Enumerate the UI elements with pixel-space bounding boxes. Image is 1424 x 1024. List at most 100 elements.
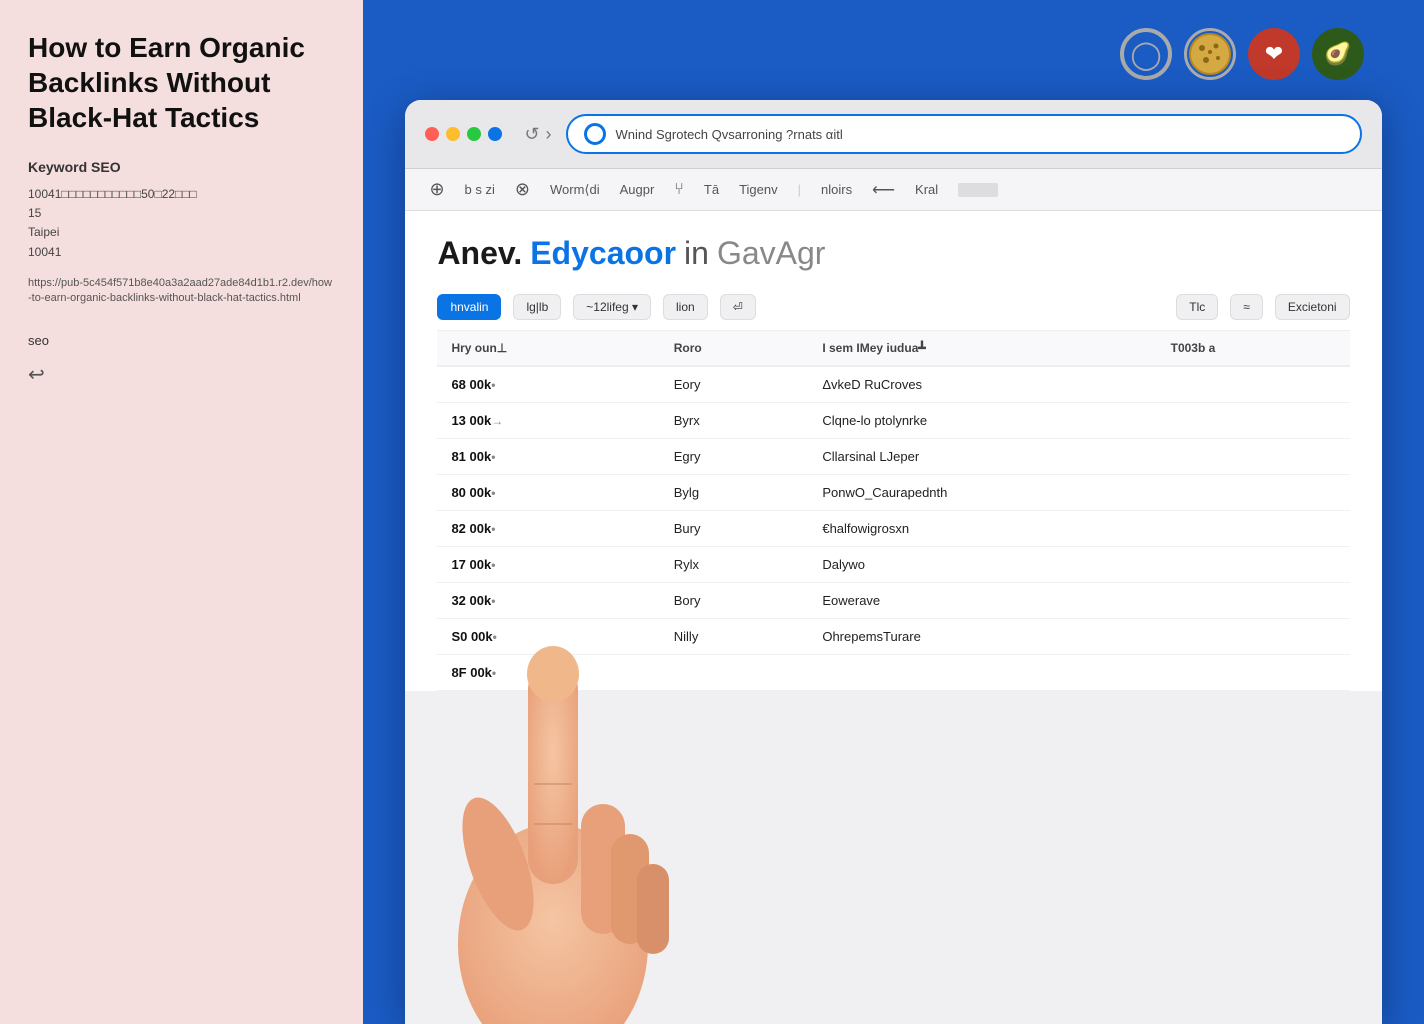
cell-desc-5: Dalywo <box>808 547 1349 583</box>
sidebar-title: How to Earn Organic Backlinks Without Bl… <box>28 30 335 135</box>
toolbar-btn-enter[interactable]: ⏎ <box>720 294 756 320</box>
table-row: 17 00k• Rylx Dalywo <box>437 547 1349 583</box>
meta-line2: 15 <box>28 206 41 220</box>
extra-button[interactable] <box>488 127 502 141</box>
tab-divider: | <box>798 182 801 197</box>
table-header-row: Hry oun⊥ Roro I sem IMey iudua┻ T003b a <box>437 331 1349 366</box>
cell-type-5: Rylx <box>660 547 809 583</box>
forward-nav-icon[interactable]: › <box>546 124 552 145</box>
table-row: 82 00k• Bury €halfowigrosxn <box>437 511 1349 547</box>
avocado-icon: 🥑 <box>1312 28 1364 80</box>
toolbar-btn-lglb[interactable]: lg|lb <box>513 294 561 320</box>
toolbar-btn-tlc[interactable]: Tlc <box>1176 294 1218 320</box>
tab-worndi[interactable]: Worm⟨di <box>550 182 600 198</box>
tab-icon2[interactable]: ⊗ <box>515 179 530 200</box>
cell-desc-1: Clqne-lo ptolynrke <box>808 403 1349 439</box>
toolbar-btn-excietoni[interactable]: Excietoni <box>1275 294 1350 320</box>
cell-vol-2: 81 00k• <box>437 439 659 475</box>
col-header-2: Roro <box>660 331 809 366</box>
meta-line3: Taipei <box>28 225 59 239</box>
cookie-icon <box>1184 28 1236 80</box>
cell-vol-3: 80 00k• <box>437 475 659 511</box>
cell-type-4: Bury <box>660 511 809 547</box>
address-text: Wnind Sgrotech Qvsarroning ?rnats αitl <box>616 127 1344 142</box>
data-section: hnvalin lg|lb ~12lifeg ▾ lion ⏎ Tlc ≈ Ex… <box>405 284 1381 691</box>
cell-vol-8: 8F 00k• <box>437 655 659 691</box>
data-toolbar: hnvalin lg|lb ~12lifeg ▾ lion ⏎ Tlc ≈ Ex… <box>437 284 1349 331</box>
table-row: 8F 00k• <box>437 655 1349 691</box>
browser-window: ↺ › Wnind Sgrotech Qvsarroning ?rnats αi… <box>405 100 1381 1024</box>
cell-vol-6: 32 00k• <box>437 583 659 619</box>
tab-nloirs[interactable]: nloirs <box>821 182 852 197</box>
keyword-label: Keyword SEO <box>28 159 335 175</box>
sidebar: How to Earn Organic Backlinks Without Bl… <box>0 0 363 1024</box>
sidebar-meta: 10041□□□□□□□□□□□50□22□□□ 15 Taipei 10041 <box>28 185 335 262</box>
cell-vol-1: 13 00k→ <box>437 403 659 439</box>
cell-type-0: Eory <box>660 366 809 403</box>
toolbar-btn-lion[interactable]: lion <box>663 294 708 320</box>
reload-icon <box>584 123 606 145</box>
cell-desc-6: Eowerave <box>808 583 1349 619</box>
col-header-3: I sem IMey iudua┻ <box>808 331 1156 366</box>
main-area: ◯ ❤ 🥑 ↺ › <box>363 0 1424 1024</box>
cell-desc-7: OhrepemsTurare <box>808 619 1349 655</box>
data-table: Hry oun⊥ Roro I sem IMey iudua┻ T003b a … <box>437 331 1349 691</box>
toolbar-btn-approx[interactable]: ≈ <box>1230 294 1263 320</box>
cell-type-8 <box>660 655 809 691</box>
sidebar-url: https://pub-5c454f571b8e40a3a2aad27ade84… <box>28 276 335 307</box>
sidebar-tag: seo <box>28 333 335 348</box>
cell-type-7: Nilly <box>660 619 809 655</box>
cell-desc-3: PonwO_Caurapednth <box>808 475 1349 511</box>
page-title-part4: GavAgr <box>717 235 825 272</box>
back-arrow-icon: ↩ <box>28 362 335 387</box>
tab-kral[interactable]: Kral <box>915 182 938 197</box>
table-row: 81 00k• Egry Cllarsinal LJeper <box>437 439 1349 475</box>
cell-vol-0: 68 00k• <box>437 366 659 403</box>
heart-icon: ❤ <box>1248 28 1300 80</box>
cell-desc-4: €halfowigrosxn <box>808 511 1349 547</box>
address-bar[interactable]: Wnind Sgrotech Qvsarroning ?rnats αitl <box>566 114 1362 154</box>
col-header-4: T003b a <box>1157 331 1350 366</box>
cell-type-6: Bory <box>660 583 809 619</box>
tab-kral-icon: ⟵ <box>872 180 895 200</box>
tab-bar: ⊕ b s zi ⊗ Worm⟨di Augpr ⑂ Tā Tigenv | n… <box>405 169 1381 211</box>
close-button[interactable] <box>425 127 439 141</box>
cell-desc-8 <box>808 655 1349 691</box>
minimize-button[interactable] <box>446 127 460 141</box>
cell-type-3: Bylg <box>660 475 809 511</box>
page-title-row: Anev. Edycaoor in GavAgr <box>437 235 1349 272</box>
traffic-lights <box>425 127 502 141</box>
table-row: 68 00k• Eory ΔvkeD RuCroves <box>437 366 1349 403</box>
table-row: 13 00k→ Byrx Clqne-lo ptolynrke <box>437 403 1349 439</box>
top-icons-bar: ◯ ❤ 🥑 <box>363 0 1424 100</box>
tab-tigenv[interactable]: Tigenv <box>739 182 778 197</box>
meta-line4: 10041 <box>28 245 61 259</box>
toolbar-btn-12lifeg[interactable]: ~12lifeg ▾ <box>573 294 651 320</box>
maximize-button[interactable] <box>467 127 481 141</box>
cell-desc-0: ΔvkeD RuCroves <box>808 366 1349 403</box>
table-row: S0 00k• Nilly OhrepemsTurare <box>437 619 1349 655</box>
tab-augpr[interactable]: Augpr <box>620 182 655 197</box>
cell-type-2: Egry <box>660 439 809 475</box>
browser-content: Anev. Edycaoor in GavAgr hnvalin lg|lb ~… <box>405 211 1381 691</box>
toolbar-btn-hnvalin[interactable]: hnvalin <box>437 294 501 320</box>
tab-rect-icon <box>958 183 998 197</box>
page-title-part2: Edycaoor <box>530 235 676 272</box>
browser-titlebar: ↺ › Wnind Sgrotech Qvsarroning ?rnats αi… <box>405 100 1381 169</box>
tab-home-icon[interactable]: ⊕ <box>429 179 444 200</box>
cell-vol-5: 17 00k• <box>437 547 659 583</box>
back-nav-icon[interactable]: ↺ <box>524 124 539 145</box>
cell-type-1: Byrx <box>660 403 809 439</box>
page-header: Anev. Edycaoor in GavAgr <box>405 211 1381 284</box>
nav-buttons: ↺ › <box>524 124 551 145</box>
tab-ta[interactable]: Tā <box>704 182 719 197</box>
col-header-1: Hry oun⊥ <box>437 331 659 366</box>
tab-bszi[interactable]: b s zi <box>465 182 495 197</box>
table-row: 80 00k• Bylg PonwO_Caurapednth <box>437 475 1349 511</box>
page-title-part1: Anev. <box>437 235 522 272</box>
cell-vol-4: 82 00k• <box>437 511 659 547</box>
meta-line1: 10041□□□□□□□□□□□50□22□□□ <box>28 187 197 201</box>
page-title-part3: in <box>684 235 709 272</box>
circle-icon: ◯ <box>1120 28 1172 80</box>
table-row: 32 00k• Bory Eowerave <box>437 583 1349 619</box>
